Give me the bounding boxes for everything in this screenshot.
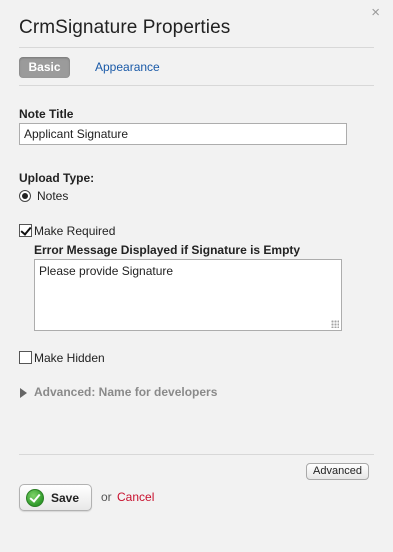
tab-basic[interactable]: Basic	[19, 57, 70, 78]
make-hidden-label: Make Hidden	[34, 351, 105, 365]
resize-grip-icon[interactable]	[331, 320, 339, 328]
save-button[interactable]: Save	[19, 484, 92, 511]
error-message-textarea[interactable]: Please provide Signature	[34, 259, 342, 331]
note-title-input[interactable]: Applicant Signature	[19, 123, 347, 145]
make-required-checkbox[interactable]	[19, 224, 32, 237]
properties-dialog: CrmSignature Properties × Basic Appearan…	[0, 0, 393, 552]
checkmark-icon	[26, 489, 44, 507]
tab-appearance[interactable]: Appearance	[95, 60, 160, 74]
dialog-title: CrmSignature Properties	[19, 17, 231, 38]
or-text: or	[101, 490, 112, 504]
notes-radio[interactable]	[19, 190, 31, 202]
advanced-button[interactable]: Advanced	[306, 463, 369, 480]
make-hidden-checkbox[interactable]	[19, 351, 32, 364]
error-message-label: Error Message Displayed if Signature is …	[34, 243, 301, 257]
title-divider	[19, 47, 374, 48]
tabs-divider	[19, 85, 374, 86]
notes-radio-label: Notes	[37, 189, 69, 203]
upload-type-label: Upload Type:	[19, 171, 95, 185]
cancel-link[interactable]: Cancel	[117, 490, 154, 504]
save-label: Save	[51, 491, 80, 505]
note-title-label: Note Title	[19, 107, 74, 121]
make-required-label: Make Required	[34, 224, 116, 238]
error-message-value: Please provide Signature	[39, 264, 174, 278]
footer-divider	[19, 454, 374, 455]
advanced-name-toggle[interactable]: Advanced: Name for developers	[34, 385, 217, 399]
expand-triangle-icon[interactable]	[20, 388, 27, 398]
close-icon[interactable]: ×	[371, 5, 380, 20]
